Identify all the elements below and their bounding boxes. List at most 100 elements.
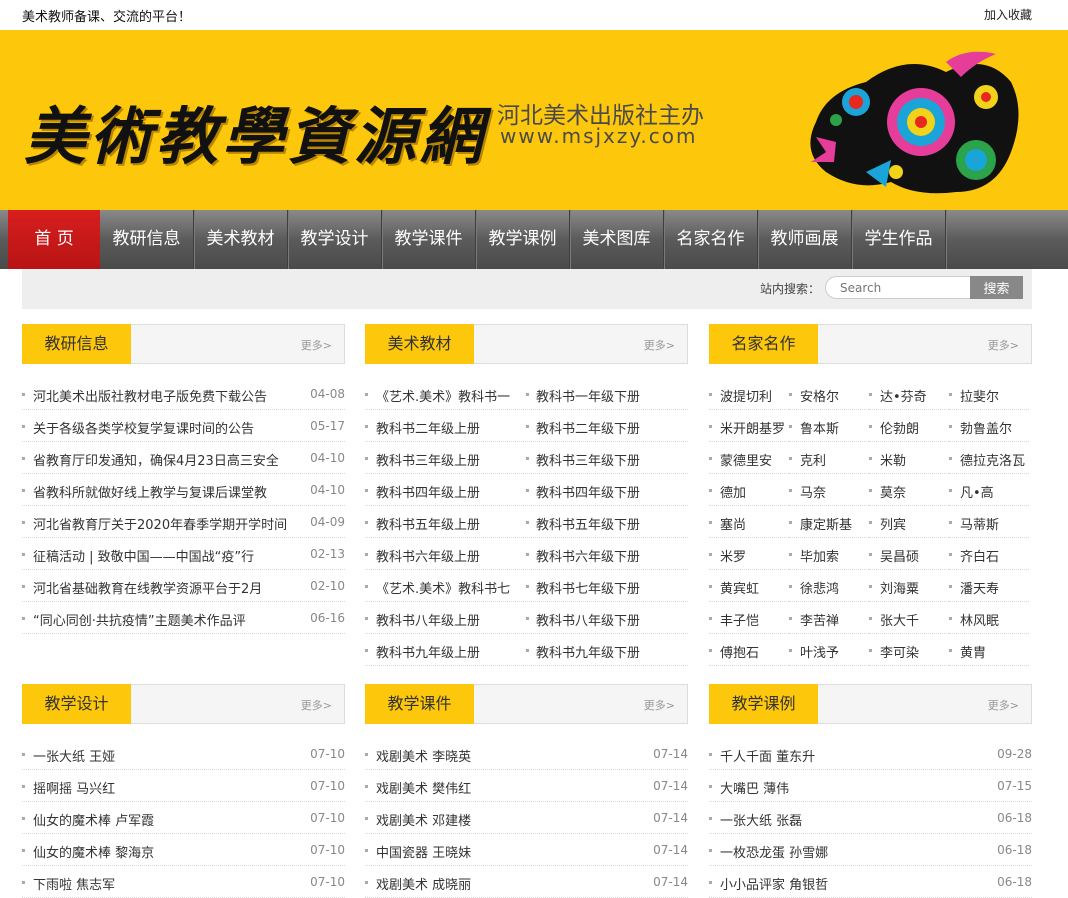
- item-link[interactable]: 一枚恐龙蛋 孙雪娜: [720, 842, 828, 861]
- artist-link[interactable]: 鲁本斯: [800, 418, 839, 437]
- artist-link[interactable]: 米开朗基罗: [720, 418, 785, 437]
- artist-link[interactable]: 黄胄: [960, 642, 986, 661]
- artist-link[interactable]: 康定斯基: [800, 514, 852, 533]
- textbook-link[interactable]: 教科书五年级上册: [376, 514, 480, 533]
- artist-link[interactable]: 德拉克洛瓦: [960, 450, 1025, 469]
- artist-link[interactable]: 李苦禅: [800, 610, 839, 629]
- nav-jiaocai[interactable]: 美术教材: [194, 210, 288, 269]
- textbook-link[interactable]: 教科书一年级下册: [536, 386, 640, 405]
- artist-link[interactable]: 毕加索: [800, 546, 839, 565]
- artist-link[interactable]: 塞尚: [720, 514, 746, 533]
- item-link[interactable]: 摇啊摇 马兴红: [33, 778, 115, 797]
- panel-title[interactable]: 美术教材: [365, 324, 474, 364]
- panel-title[interactable]: 名家名作: [709, 324, 818, 364]
- textbook-link[interactable]: 教科书六年级上册: [376, 546, 480, 565]
- more-link[interactable]: 更多>: [301, 697, 332, 713]
- artist-link[interactable]: 德加: [720, 482, 746, 501]
- item-link[interactable]: “同心同创·共抗疫情”主题美术作品评: [33, 610, 246, 629]
- artist-link[interactable]: 莫奈: [880, 482, 906, 501]
- item-link[interactable]: 仙女的魔术棒 黎海京: [33, 842, 154, 861]
- nav-home[interactable]: 首 页: [8, 210, 100, 269]
- artist-link[interactable]: 米罗: [720, 546, 746, 565]
- nav-huazhan[interactable]: 教师画展: [758, 210, 852, 269]
- artist-link[interactable]: 丰子恺: [720, 610, 759, 629]
- site-logo[interactable]: 美術教學資源網: [24, 86, 486, 176]
- panel-title[interactable]: 教学课例: [709, 684, 818, 724]
- artist-link[interactable]: 叶浅予: [800, 642, 839, 661]
- item-link[interactable]: 一张大纸 王娅: [33, 746, 115, 765]
- panel-title[interactable]: 教学课件: [365, 684, 474, 724]
- item-link[interactable]: 征稿活动 | 致敬中国——中国战“疫”行: [33, 546, 254, 565]
- item-link[interactable]: 戏剧美术 樊伟红: [376, 778, 471, 797]
- textbook-link[interactable]: 教科书二年级下册: [536, 418, 640, 437]
- artist-link[interactable]: 伦勃朗: [880, 418, 919, 437]
- artist-link[interactable]: 刘海粟: [880, 578, 919, 597]
- artist-link[interactable]: 波提切利: [720, 386, 772, 405]
- item-link[interactable]: 河北美术出版社教材电子版免费下载公告: [33, 386, 267, 405]
- artist-link[interactable]: 凡•高: [960, 482, 994, 501]
- nav-mingjia[interactable]: 名家名作: [664, 210, 758, 269]
- more-link[interactable]: 更多>: [644, 337, 675, 353]
- nav-zuopin[interactable]: 学生作品: [852, 210, 946, 269]
- item-link[interactable]: 千人千面 董东升: [720, 746, 815, 765]
- artist-link[interactable]: 傅抱石: [720, 642, 759, 661]
- artist-link[interactable]: 李可染: [880, 642, 919, 661]
- textbook-link[interactable]: 教科书三年级上册: [376, 450, 480, 469]
- item-link[interactable]: 中国瓷器 王晓妹: [376, 842, 471, 861]
- nav-jiaoyan[interactable]: 教研信息: [100, 210, 194, 269]
- textbook-link[interactable]: 教科书八年级下册: [536, 610, 640, 629]
- item-link[interactable]: 下雨啦 焦志军: [33, 874, 115, 893]
- textbook-link[interactable]: 《艺术.美术》教科书七: [376, 578, 510, 597]
- artist-link[interactable]: 克利: [800, 450, 826, 469]
- artist-link[interactable]: 蒙德里安: [720, 450, 772, 469]
- more-link[interactable]: 更多>: [988, 337, 1019, 353]
- panel-title[interactable]: 教研信息: [22, 324, 131, 364]
- artist-link[interactable]: 马奈: [800, 482, 826, 501]
- textbook-link[interactable]: 教科书八年级上册: [376, 610, 480, 629]
- artist-link[interactable]: 拉斐尔: [960, 386, 999, 405]
- textbook-link[interactable]: 教科书九年级上册: [376, 642, 480, 661]
- artist-link[interactable]: 安格尔: [800, 386, 839, 405]
- item-link[interactable]: 大嘴巴 薄伟: [720, 778, 789, 797]
- nav-sheji[interactable]: 教学设计: [288, 210, 382, 269]
- more-link[interactable]: 更多>: [644, 697, 675, 713]
- item-link[interactable]: 戏剧美术 邓建楼: [376, 810, 471, 829]
- item-link[interactable]: 戏剧美术 李晓英: [376, 746, 471, 765]
- artist-link[interactable]: 潘天寿: [960, 578, 999, 597]
- textbook-link[interactable]: 教科书九年级下册: [536, 642, 640, 661]
- textbook-link[interactable]: 《艺术.美术》教科书一: [376, 386, 510, 405]
- add-favorite-link[interactable]: 加入收藏: [984, 6, 1032, 23]
- textbook-link[interactable]: 教科书七年级下册: [536, 578, 640, 597]
- item-link[interactable]: 一张大纸 张磊: [720, 810, 802, 829]
- artist-link[interactable]: 达•芬奇: [880, 386, 927, 405]
- item-link[interactable]: 关于各级各类学校复学复课时间的公告: [33, 418, 254, 437]
- artist-link[interactable]: 林风眠: [960, 610, 999, 629]
- item-link[interactable]: 仙女的魔术棒 卢军霞: [33, 810, 154, 829]
- artist-link[interactable]: 黄宾虹: [720, 578, 759, 597]
- artist-link[interactable]: 齐白石: [960, 546, 999, 565]
- artist-link[interactable]: 勃鲁盖尔: [960, 418, 1012, 437]
- textbook-link[interactable]: 教科书五年级下册: [536, 514, 640, 533]
- textbook-link[interactable]: 教科书六年级下册: [536, 546, 640, 565]
- item-link[interactable]: 河北省教育厅关于2020年春季学期开学时间: [33, 514, 287, 533]
- nav-kejian[interactable]: 教学课件: [382, 210, 476, 269]
- nav-tuku[interactable]: 美术图库: [570, 210, 664, 269]
- textbook-link[interactable]: 教科书四年级下册: [536, 482, 640, 501]
- item-link[interactable]: 省教科所就做好线上教学与复课后课堂教: [33, 482, 267, 501]
- textbook-link[interactable]: 教科书四年级上册: [376, 482, 480, 501]
- artist-link[interactable]: 列宾: [880, 514, 906, 533]
- item-link[interactable]: 河北省基础教育在线教学资源平台于2月: [33, 578, 262, 597]
- search-button[interactable]: 搜索: [970, 276, 1023, 299]
- item-link[interactable]: 小小品评家 角银哲: [720, 874, 828, 893]
- artist-link[interactable]: 马蒂斯: [960, 514, 999, 533]
- more-link[interactable]: 更多>: [301, 337, 332, 353]
- panel-title[interactable]: 教学设计: [22, 684, 131, 724]
- search-input[interactable]: [825, 276, 973, 299]
- artist-link[interactable]: 张大千: [880, 610, 919, 629]
- textbook-link[interactable]: 教科书二年级上册: [376, 418, 480, 437]
- nav-keli[interactable]: 教学课例: [476, 210, 570, 269]
- textbook-link[interactable]: 教科书三年级下册: [536, 450, 640, 469]
- item-link[interactable]: 戏剧美术 成晓丽: [376, 874, 471, 893]
- artist-link[interactable]: 米勒: [880, 450, 906, 469]
- item-link[interactable]: 省教育厅印发通知，确保4月23日高三安全: [33, 450, 279, 469]
